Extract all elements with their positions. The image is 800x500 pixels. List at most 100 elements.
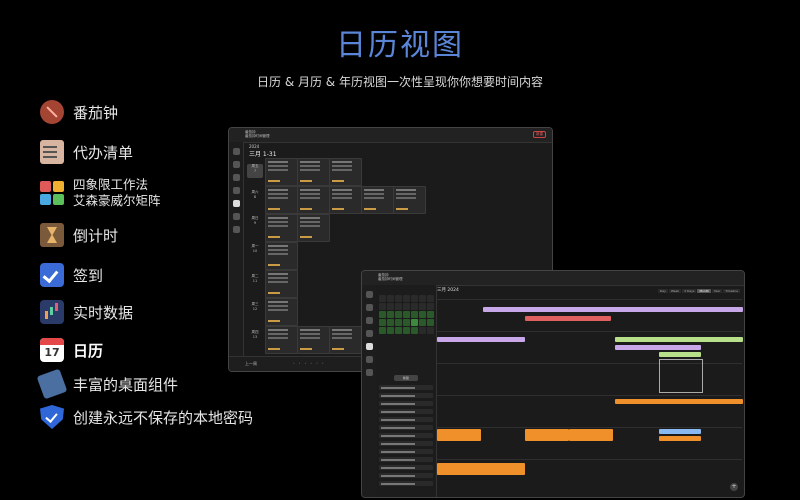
day-cell[interactable]: 周四 13 xyxy=(247,330,263,344)
event-card[interactable] xyxy=(329,326,362,354)
page-subtitle: 日历 & 月历 & 年历视图一次性呈现你你想要时间内容 xyxy=(257,75,543,89)
sidebar-icon[interactable] xyxy=(232,213,240,220)
sidebar-icon[interactable] xyxy=(232,161,240,168)
sidebar-icon[interactable] xyxy=(365,317,373,324)
feature-countdown[interactable]: 倒计时 xyxy=(40,223,118,247)
todo-list-icon xyxy=(40,140,64,164)
sidebar-icon[interactable] xyxy=(365,369,373,376)
previous-week-button[interactable]: 上一周 xyxy=(245,361,257,367)
sidebar-icon[interactable] xyxy=(232,174,240,181)
sidebar-icon[interactable] xyxy=(365,356,373,363)
view-tab-day[interactable]: Day xyxy=(657,289,668,293)
calendar-nav-icon[interactable] xyxy=(365,343,373,350)
todo-item[interactable] xyxy=(379,425,433,430)
window-titlebar: 番茄钟 番茄钟时间管理 新建 xyxy=(229,128,552,143)
sidebar-icon[interactable] xyxy=(232,187,240,194)
sidebar-icon[interactable] xyxy=(232,148,240,155)
event-card[interactable] xyxy=(265,186,298,214)
calendar-event[interactable] xyxy=(615,345,701,350)
selected-day[interactable] xyxy=(659,359,703,393)
hourglass-icon xyxy=(40,223,64,247)
day-cell[interactable]: 周二 11 xyxy=(247,274,263,288)
view-tab-year[interactable]: Year xyxy=(711,289,723,293)
event-card[interactable] xyxy=(297,186,330,214)
feature-pomodoro[interactable]: 番茄钟 xyxy=(40,100,118,124)
day-cell[interactable]: 周五 7 xyxy=(247,164,263,178)
add-event-button[interactable]: + xyxy=(730,483,738,491)
feature-password[interactable]: 创建永远不保存的本地密码 xyxy=(40,405,253,429)
shield-icon xyxy=(40,405,64,429)
view-tab-month[interactable]: Month xyxy=(697,289,711,293)
event-card[interactable] xyxy=(297,326,330,354)
view-tab-week[interactable]: Week xyxy=(668,289,682,293)
feature-calendar[interactable]: 17 日历 xyxy=(40,338,103,362)
todo-item[interactable] xyxy=(379,465,433,470)
month-title[interactable]: 三月 2024 xyxy=(437,287,459,293)
calendar-event[interactable] xyxy=(659,436,701,441)
feature-todo[interactable]: 代办清单 xyxy=(40,140,133,164)
feature-label: 实时数据 xyxy=(73,303,134,322)
todo-item[interactable] xyxy=(379,441,433,446)
feature-eisenhower[interactable]: 四象限工作法 艾森豪威尔矩阵 xyxy=(40,177,161,209)
calendar-nav-icon[interactable] xyxy=(232,200,240,207)
feature-label: 日历 xyxy=(73,341,104,360)
event-card[interactable] xyxy=(265,158,298,186)
checkin-icon xyxy=(40,263,64,287)
calendar-event[interactable] xyxy=(659,352,701,357)
feature-widgets[interactable]: 丰富的桌面组件 xyxy=(36,368,178,400)
todo-item[interactable] xyxy=(379,449,433,454)
event-card[interactable] xyxy=(361,186,394,214)
todo-item[interactable] xyxy=(379,401,433,406)
view-tab-timeline[interactable]: Timeline xyxy=(723,289,740,293)
day-cell[interactable]: 周日 9 xyxy=(247,216,263,230)
event-card[interactable] xyxy=(265,270,298,298)
todo-item[interactable] xyxy=(379,417,433,422)
day-cell[interactable]: 周三 12 xyxy=(247,302,263,316)
view-switcher: Day Week 3 Days Month Year Timeline xyxy=(657,289,740,293)
event-card[interactable] xyxy=(297,158,330,186)
todo-item[interactable] xyxy=(379,409,433,414)
new-button[interactable]: 新建 xyxy=(533,131,546,138)
calendar-event[interactable] xyxy=(525,316,611,321)
feature-label: 创建永远不保存的本地密码 xyxy=(73,408,254,427)
calendar-event[interactable] xyxy=(437,463,525,475)
feature-label: 签到 xyxy=(73,266,104,285)
todo-item[interactable] xyxy=(379,385,433,390)
event-card[interactable] xyxy=(297,214,330,242)
sidebar-icon[interactable] xyxy=(365,330,373,337)
event-card[interactable] xyxy=(265,326,298,354)
calendar-event[interactable] xyxy=(483,307,743,312)
feature-stats[interactable]: 实时数据 xyxy=(40,300,133,324)
event-card[interactable] xyxy=(265,242,298,270)
calendar-event[interactable] xyxy=(569,429,613,441)
event-card[interactable] xyxy=(329,186,362,214)
widget-icon xyxy=(36,368,68,400)
sidebar-icon[interactable] xyxy=(365,291,373,298)
calendar-event[interactable] xyxy=(437,429,481,441)
todo-item[interactable] xyxy=(379,473,433,478)
calendar-event[interactable] xyxy=(659,429,701,434)
event-card[interactable] xyxy=(393,186,426,214)
day-cell[interactable]: 周六 8 xyxy=(247,190,263,204)
sidebar-icon[interactable] xyxy=(365,304,373,311)
calendar-event[interactable] xyxy=(615,399,743,404)
todo-item[interactable] xyxy=(379,457,433,462)
todo-item[interactable] xyxy=(379,481,433,486)
view-tab-3days[interactable]: 3 Days xyxy=(682,289,697,293)
sidebar-icon[interactable] xyxy=(232,226,240,233)
calendar-event[interactable] xyxy=(525,429,569,441)
todo-item[interactable] xyxy=(379,433,433,438)
calendar-event[interactable] xyxy=(437,337,525,342)
calendar-event[interactable] xyxy=(615,337,743,342)
day-cell[interactable]: 周一 10 xyxy=(247,244,263,258)
feature-checkin[interactable]: 签到 xyxy=(40,263,103,287)
event-card[interactable] xyxy=(329,158,362,186)
feature-label: 倒计时 xyxy=(73,226,119,245)
month-grid[interactable] xyxy=(437,299,743,487)
todo-item[interactable] xyxy=(379,393,433,398)
event-card[interactable] xyxy=(265,298,298,326)
mini-calendar[interactable] xyxy=(379,295,434,334)
tomato-icon xyxy=(40,100,64,124)
new-button[interactable]: 新建 xyxy=(394,375,418,381)
event-card[interactable] xyxy=(265,214,298,242)
